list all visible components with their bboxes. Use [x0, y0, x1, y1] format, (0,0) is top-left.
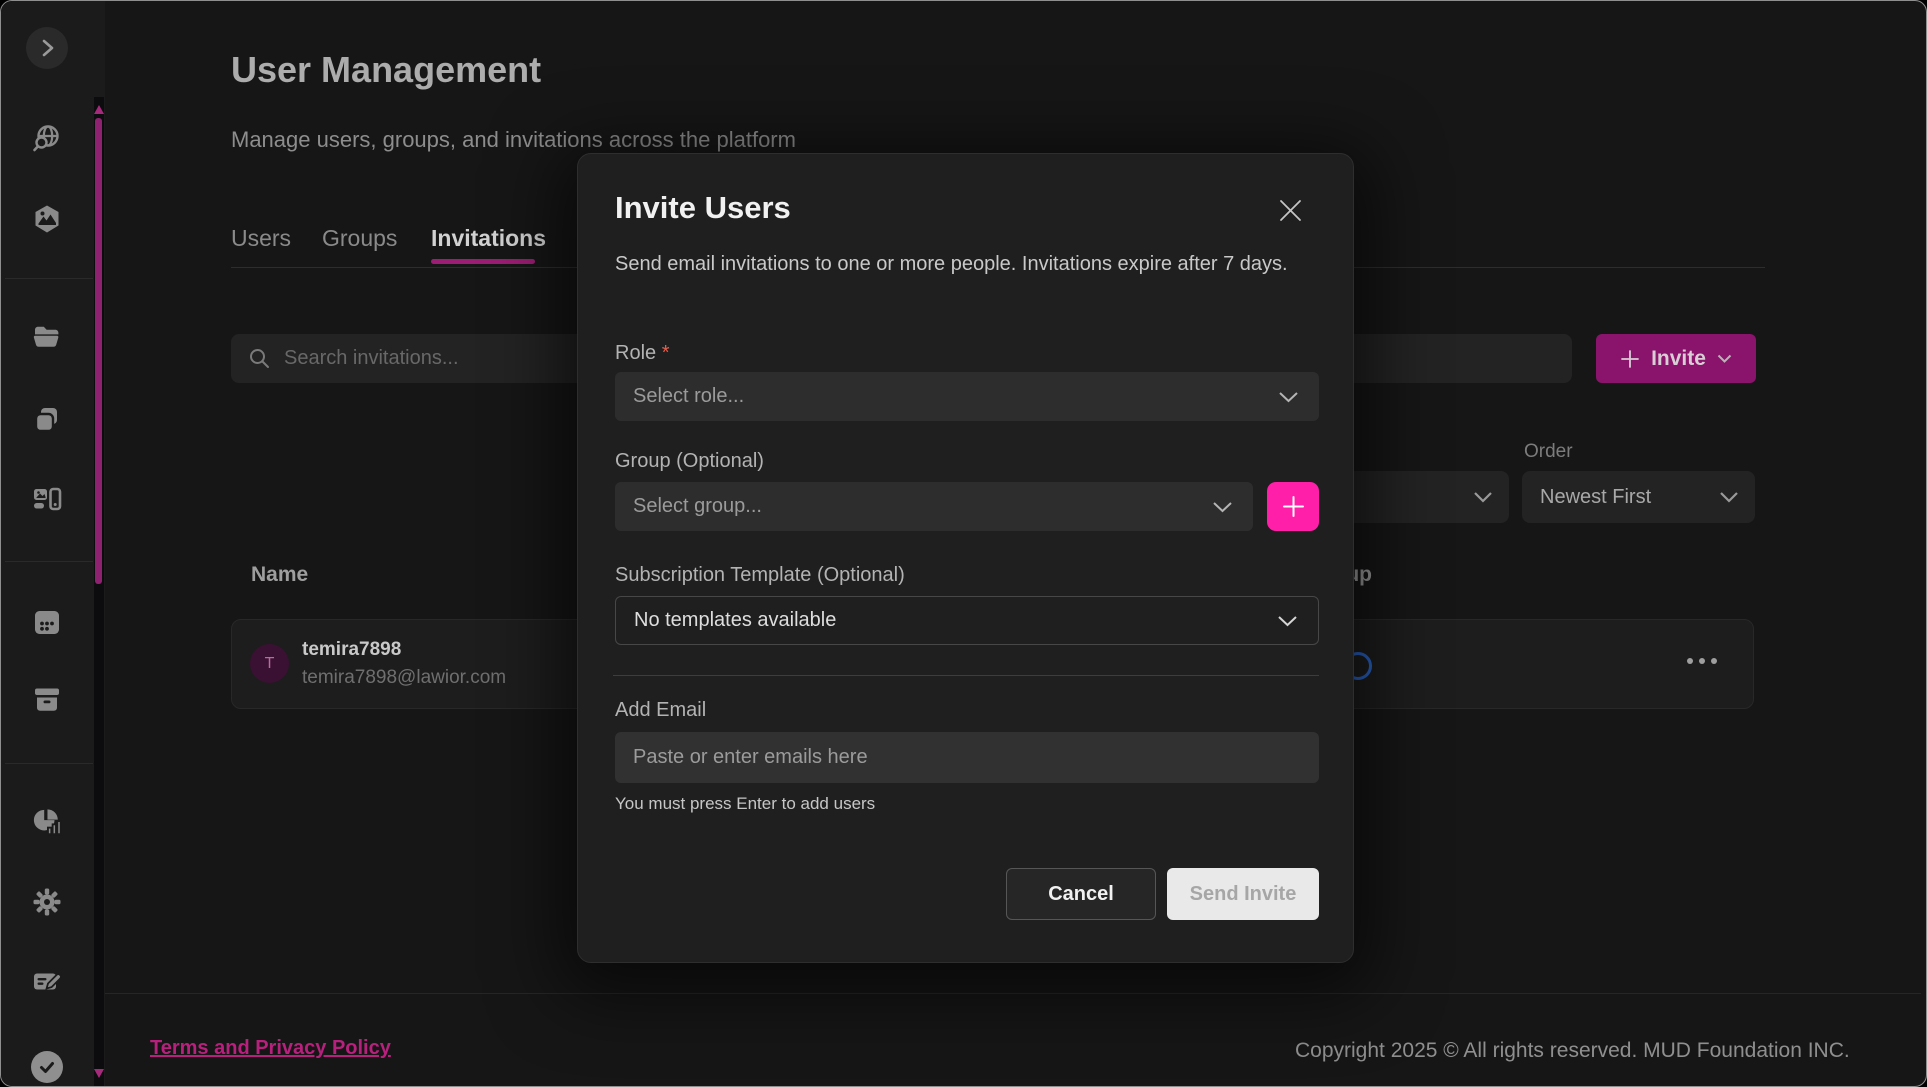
sidebar-expand-button[interactable] — [26, 27, 68, 69]
sidebar-scrollbar[interactable] — [94, 97, 104, 1087]
invite-button-label: Invite — [1651, 347, 1706, 371]
send-invite-button[interactable]: Send Invite — [1167, 868, 1319, 920]
subscription-template-value: No templates available — [634, 609, 836, 632]
chevron-down-icon — [1212, 501, 1233, 513]
sidebar-item-analytics[interactable] — [32, 807, 62, 837]
pie-chart-icon — [32, 806, 62, 838]
image-cube-icon — [32, 204, 62, 234]
sidebar-divider — [5, 278, 93, 279]
chevron-down-icon — [1277, 615, 1298, 627]
folder-open-icon — [32, 322, 62, 352]
role-label: Role * — [615, 342, 670, 365]
scrollbar-down-arrow[interactable] — [94, 1069, 104, 1078]
sidebar — [1, 1, 105, 1086]
sidebar-item-collections[interactable] — [32, 405, 62, 435]
sidebar-item-explore[interactable] — [32, 123, 62, 153]
scrollbar-up-arrow[interactable] — [94, 105, 104, 114]
order-label: Order — [1524, 441, 1573, 463]
chevron-down-icon — [1719, 491, 1739, 503]
role-select-value: Select role... — [633, 385, 744, 408]
tab-invitations[interactable]: Invitations — [431, 225, 546, 252]
footer-divider — [105, 993, 1921, 994]
gear-icon — [32, 887, 62, 917]
chevron-down-icon — [1278, 391, 1299, 403]
modal-section-divider — [613, 675, 1319, 676]
sidebar-item-assets[interactable] — [32, 204, 62, 234]
invite-users-modal: Invite Users Send email invitations to o… — [577, 153, 1354, 963]
chevron-down-icon — [1473, 491, 1493, 503]
sidebar-item-archive[interactable] — [32, 685, 62, 715]
column-header-name: Name — [251, 563, 308, 587]
app-window: User Management Manage users, groups, an… — [0, 0, 1927, 1087]
group-label: Group (Optional) — [615, 450, 764, 473]
cancel-button[interactable]: Cancel — [1006, 868, 1156, 920]
terms-privacy-link[interactable]: Terms and Privacy Policy — [150, 1037, 391, 1060]
close-icon — [1279, 199, 1302, 222]
sidebar-item-dashboard[interactable] — [32, 485, 62, 515]
search-icon — [249, 348, 270, 369]
scrollbar-thumb[interactable] — [95, 118, 102, 584]
panels-grid-icon — [32, 485, 62, 515]
copyright-text: Copyright 2025 © All rights reserved. MU… — [1295, 1039, 1850, 1063]
group-select[interactable]: Select group... — [615, 482, 1253, 531]
invite-button[interactable]: Invite — [1596, 334, 1756, 383]
modal-title: Invite Users — [615, 190, 791, 226]
add-email-label: Add Email — [615, 699, 706, 722]
globe-search-icon — [32, 123, 62, 153]
page-subtitle: Manage users, groups, and invitations ac… — [231, 127, 796, 153]
check-icon — [37, 1057, 57, 1077]
row-user-email: temira7898@lawior.com — [302, 667, 506, 689]
sidebar-item-settings[interactable] — [32, 887, 62, 917]
order-dropdown-value: Newest First — [1540, 486, 1651, 509]
chevron-down-icon — [1717, 354, 1732, 363]
role-select[interactable]: Select role... — [615, 372, 1319, 421]
sidebar-item-subscriptions[interactable] — [32, 967, 62, 997]
modal-close-button[interactable] — [1276, 196, 1304, 224]
tab-groups[interactable]: Groups — [322, 225, 397, 252]
sidebar-divider — [5, 561, 93, 562]
ellipsis-icon — [1687, 658, 1693, 664]
card-edit-icon — [32, 967, 62, 997]
sidebar-item-calendar[interactable] — [32, 607, 62, 637]
plus-icon — [1281, 494, 1306, 519]
archive-box-icon — [32, 685, 62, 715]
add-group-button[interactable] — [1267, 482, 1319, 531]
avatar: T — [250, 644, 289, 683]
plus-icon — [1620, 349, 1640, 369]
page-title: User Management — [231, 49, 541, 91]
sidebar-item-files[interactable] — [32, 322, 62, 352]
chevron-right-icon — [36, 37, 58, 59]
subscription-template-label: Subscription Template (Optional) — [615, 564, 905, 587]
tab-users[interactable]: Users — [231, 225, 291, 252]
required-asterisk: * — [662, 342, 670, 364]
subscription-template-select[interactable]: No templates available — [615, 596, 1319, 645]
sidebar-item-status[interactable] — [31, 1051, 63, 1083]
modal-description: Send email invitations to one or more pe… — [615, 248, 1305, 280]
email-input[interactable] — [615, 732, 1319, 783]
active-tab-indicator — [431, 259, 535, 264]
row-user-name: temira7898 — [302, 639, 401, 661]
row-actions-button[interactable] — [1687, 658, 1717, 664]
group-select-value: Select group... — [633, 495, 762, 518]
layers-copy-icon — [32, 405, 62, 435]
sidebar-divider — [5, 763, 93, 764]
calendar-icon — [32, 607, 62, 637]
order-dropdown[interactable]: Newest First — [1522, 471, 1755, 523]
email-helper-text: You must press Enter to add users — [615, 794, 875, 814]
